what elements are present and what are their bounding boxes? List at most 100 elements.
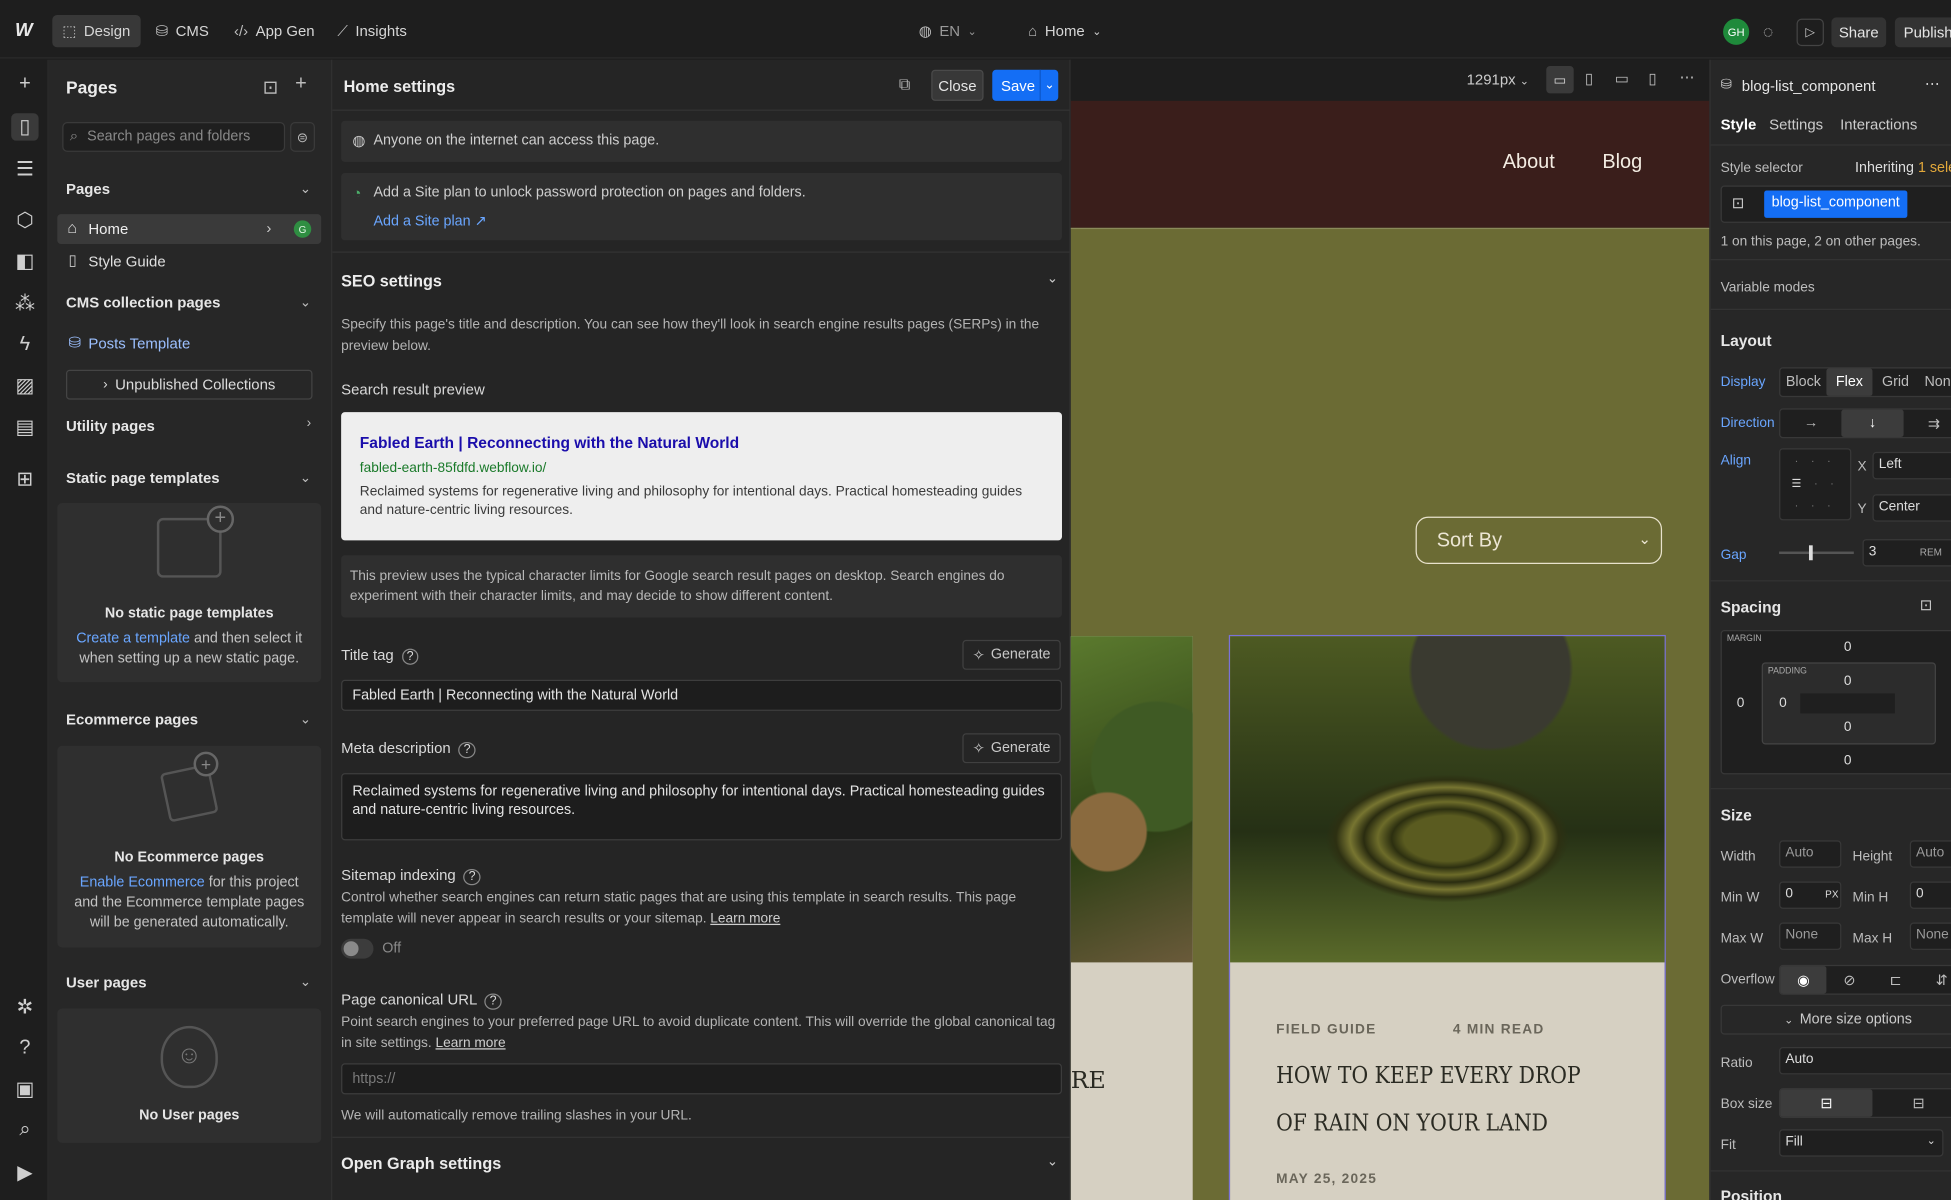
display-flex[interactable]: Flex <box>1826 368 1873 396</box>
border-box-icon[interactable]: ⊟ <box>1780 1089 1873 1117</box>
more-options-icon[interactable]: ⋯ <box>1925 75 1940 92</box>
max-width-input[interactable]: None <box>1779 922 1842 950</box>
wrap-icon[interactable]: ⇉ <box>1903 410 1951 437</box>
width-input[interactable]: Auto <box>1779 840 1842 868</box>
learn-more-link[interactable]: Learn more <box>710 911 780 926</box>
blog-card-selected[interactable]: FIELD GUIDE 4 MIN READ HOW TO KEEP EVERY… <box>1228 634 1666 1200</box>
search-input[interactable]: ⌕ Search pages and folders <box>62 122 286 152</box>
tablet-breakpoint-icon[interactable]: ▯ <box>1585 70 1593 87</box>
cms-icon[interactable]: ▤ <box>11 413 38 440</box>
position-header[interactable]: Position <box>1721 1188 1782 1200</box>
align-grid[interactable]: ··· ☰·· ··· <box>1779 448 1852 521</box>
help-icon[interactable]: ? <box>11 1035 38 1062</box>
ecommerce-header[interactable]: Ecommerce pages <box>66 711 198 728</box>
chevron-down-icon[interactable]: ⌄ <box>300 294 311 310</box>
align-x-select[interactable]: Left <box>1872 451 1951 480</box>
fit-select[interactable]: Fill ⌄ <box>1779 1129 1944 1157</box>
cms-section-header[interactable]: CMS collection pages <box>66 294 220 311</box>
comment-icon[interactable]: ◌ <box>1763 21 1773 41</box>
audit-icon[interactable]: ▣ <box>11 1076 38 1103</box>
spacing-mode-icon[interactable]: ⊡ <box>1920 596 1933 613</box>
class-chip[interactable]: blog-list_component <box>1764 190 1908 218</box>
title-tag-input[interactable]: Fabled Earth | Reconnecting with the Nat… <box>341 679 1062 711</box>
gap-input[interactable]: 3 REM <box>1862 539 1951 567</box>
more-size-options-button[interactable]: ⌄ More size options <box>1720 1004 1951 1035</box>
height-input[interactable]: Auto <box>1909 840 1951 868</box>
search-icon[interactable]: ⌕ <box>11 1117 38 1144</box>
align-y-select[interactable]: Center <box>1872 494 1951 522</box>
design-tab[interactable]: ⬚ Design <box>52 14 141 48</box>
canonical-url-input[interactable]: https:// <box>341 1063 1062 1095</box>
tab-style[interactable]: Style <box>1721 116 1757 133</box>
arrow-down-icon[interactable]: ↓ <box>1841 409 1904 437</box>
sort-by-select[interactable]: Sort By ⌄ <box>1415 516 1663 564</box>
padding-left[interactable]: 0 <box>1779 696 1787 711</box>
help-icon[interactable]: ? <box>484 993 502 1010</box>
inheriting-info[interactable]: Inheriting 1 selec <box>1855 161 1951 176</box>
help-icon[interactable]: ? <box>463 869 481 886</box>
utility-section-header[interactable]: Utility pages <box>66 417 155 434</box>
components-icon[interactable]: ⬡ <box>11 207 38 234</box>
chevron-right-icon[interactable]: › <box>266 219 271 236</box>
static-templates-header[interactable]: Static page templates <box>66 469 220 486</box>
video-icon[interactable]: ▶ <box>11 1159 38 1186</box>
sitemap-toggle[interactable] <box>341 938 374 959</box>
chevron-down-icon[interactable]: ⌄ <box>300 711 311 727</box>
enable-ecommerce-link[interactable]: Enable Ecommerce <box>80 875 205 890</box>
pages-section-header[interactable]: Pages <box>66 181 110 198</box>
display-grid[interactable]: Grid <box>1872 369 1918 396</box>
max-height-input[interactable]: None <box>1909 922 1951 950</box>
variables-icon[interactable]: ◧ <box>11 248 38 275</box>
duplicate-icon[interactable]: ⧉ <box>899 75 911 95</box>
breakpoint-width[interactable]: 1291px ⌄ <box>1467 71 1530 88</box>
padding-box[interactable]: PADDING 0 0 0 <box>1761 662 1936 745</box>
webflow-logo[interactable]: W <box>15 20 33 41</box>
learn-more-link[interactable]: Learn more <box>436 1036 506 1051</box>
direction-segmented[interactable]: → ↓ ⇉ <box>1779 408 1951 439</box>
generate-title-button[interactable]: ✧ Generate <box>962 639 1061 670</box>
arrow-right-icon[interactable]: → <box>1780 410 1841 437</box>
nav-link-blog[interactable]: Blog <box>1602 152 1642 174</box>
mobile-landscape-icon[interactable]: ▭ <box>1615 70 1629 87</box>
insights-tab[interactable]: ⟋ Insights <box>327 15 416 47</box>
padding-bottom[interactable]: 0 <box>1844 720 1852 735</box>
meta-description-textarea[interactable]: Reclaimed systems for regenerative livin… <box>341 773 1062 841</box>
gap-slider[interactable] <box>1779 545 1854 561</box>
tab-settings[interactable]: Settings <box>1769 116 1823 133</box>
seo-settings-header[interactable]: SEO settings ⌄ <box>341 270 1062 295</box>
new-folder-icon[interactable]: ⊡ <box>263 76 279 98</box>
apps-icon[interactable]: ⊞ <box>11 466 38 493</box>
add-icon[interactable]: + <box>11 71 38 98</box>
page-item-posts-template[interactable]: ⛁ Posts Template <box>57 330 321 357</box>
save-button[interactable]: Save ⌄ <box>992 69 1059 101</box>
display-block[interactable]: Block <box>1780 369 1826 396</box>
chevron-down-icon[interactable]: ⌄ <box>300 469 311 486</box>
search-settings-button[interactable]: ⊜ <box>290 122 315 152</box>
avatar[interactable]: GH <box>1723 18 1750 45</box>
interactions-icon[interactable]: ϟ <box>11 331 38 358</box>
spacing-header[interactable]: Spacing <box>1721 599 1782 616</box>
layout-header[interactable]: Layout <box>1721 332 1772 349</box>
locale-select[interactable]: ◍ EN ⌄ <box>909 15 987 47</box>
chevron-down-icon[interactable]: ⌄ <box>1039 69 1059 101</box>
styles-icon[interactable]: ⁂ <box>11 290 38 317</box>
tab-interactions[interactable]: Interactions <box>1840 116 1917 133</box>
share-button[interactable]: Share <box>1831 17 1887 48</box>
settings-icon[interactable]: ✲ <box>11 994 38 1021</box>
assets-icon[interactable]: ▨ <box>11 372 38 399</box>
content-box-icon[interactable]: ⊟ <box>1872 1089 1950 1116</box>
add-page-icon[interactable]: + <box>295 73 307 95</box>
ratio-select[interactable]: Auto <box>1779 1047 1951 1075</box>
min-height-input[interactable]: 0 <box>1909 881 1951 909</box>
margin-bottom[interactable]: 0 <box>1844 753 1852 768</box>
box-size-segmented[interactable]: ⊟ ⊟ <box>1779 1088 1951 1119</box>
margin-top[interactable]: 0 <box>1844 640 1852 655</box>
page-select[interactable]: ⌂ Home ⌄ <box>1018 15 1111 47</box>
generate-meta-button[interactable]: ✧ Generate <box>962 733 1061 764</box>
page-item-home[interactable]: ⌂ Home › G <box>57 214 322 245</box>
chevron-right-icon[interactable]: › <box>307 416 312 431</box>
overflow-segmented[interactable]: ◉ ⊘ ⊏ ⇵ <box>1779 964 1951 995</box>
chevron-down-icon[interactable]: ⌄ <box>300 974 311 990</box>
user-pages-header[interactable]: User pages <box>66 974 147 991</box>
app-gen-tab[interactable]: ‹/› App Gen <box>224 15 324 47</box>
